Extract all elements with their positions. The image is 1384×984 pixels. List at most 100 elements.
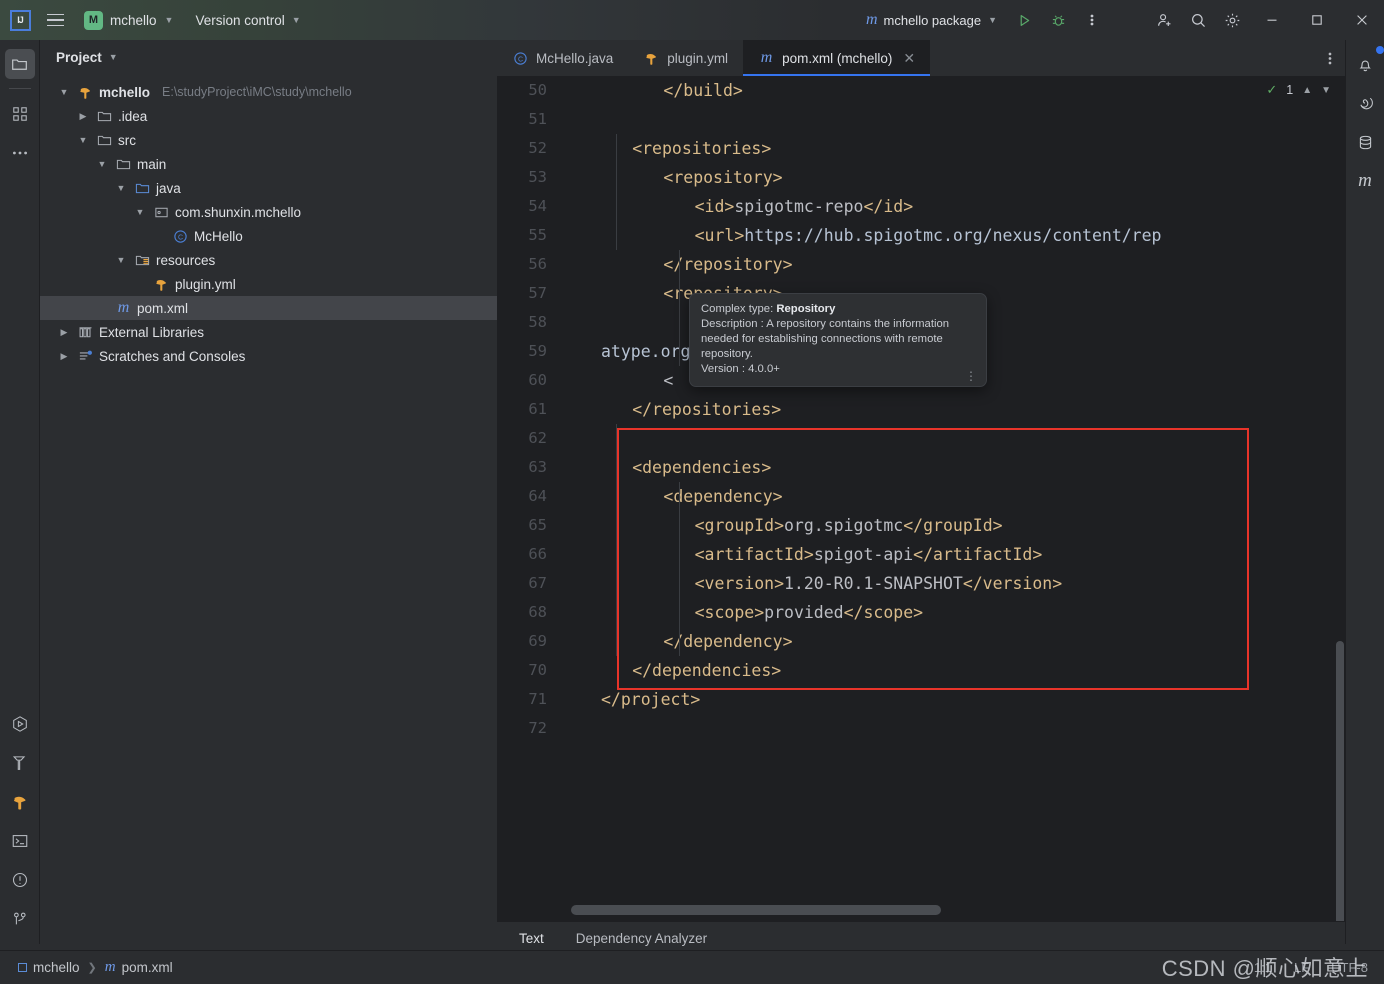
- chevron-right-icon[interactable]: ▶: [75, 111, 91, 122]
- tree-node-src[interactable]: ▼ src: [40, 128, 497, 152]
- line-number[interactable]: 66: [497, 540, 547, 569]
- editor-horizontal-scrollbar[interactable]: [571, 905, 941, 915]
- tree-node-mchello[interactable]: ▼ mchello E:\studyProject\iMC\study\mchell…: [40, 80, 497, 104]
- project-panel-header[interactable]: Project ▼: [40, 40, 497, 74]
- run-icon[interactable]: [1007, 0, 1041, 40]
- project-folder-icon[interactable]: [4, 49, 35, 79]
- structure-icon[interactable]: [5, 99, 35, 129]
- file-encoding[interactable]: UTF-8: [1331, 960, 1368, 975]
- module-icon: [18, 963, 27, 972]
- add-account-icon[interactable]: [1147, 0, 1181, 40]
- terminal-icon[interactable]: [5, 826, 35, 856]
- problems-icon[interactable]: [5, 865, 35, 895]
- settings-gear-icon[interactable]: [1215, 0, 1249, 40]
- minimize-window-button[interactable]: [1249, 0, 1294, 40]
- maximize-window-button[interactable]: [1294, 0, 1339, 40]
- code-line: 71 </project>: [497, 685, 1345, 714]
- tree-node-com-shunxin-mchello[interactable]: ▼ com.shunxin.mchello: [40, 200, 497, 224]
- ai-assistant-icon[interactable]: [1350, 88, 1380, 118]
- tree-node-external-libraries[interactable]: ▶ External Libraries: [40, 320, 497, 344]
- line-number[interactable]: 52: [497, 134, 547, 163]
- database-icon[interactable]: [1350, 127, 1380, 157]
- breadcrumb-item-module[interactable]: mchello: [18, 960, 80, 975]
- tree-node-pom-xml[interactable]: m pom.xml: [40, 296, 497, 320]
- line-separator[interactable]: LF: [1294, 960, 1309, 975]
- version-control-menu[interactable]: Version control ▼: [195, 13, 300, 28]
- line-number[interactable]: 54: [497, 192, 547, 221]
- notifications-bell-icon[interactable]: [1350, 46, 1384, 79]
- tree-node-java[interactable]: ▼ java: [40, 176, 497, 200]
- tree-node-label: com.shunxin.mchello: [175, 204, 302, 220]
- line-content: <groupId>org.spigotmc</groupId>: [694, 516, 1003, 535]
- editor-tab-plugin-yml[interactable]: plugin.yml: [628, 40, 743, 76]
- tooltip-more-icon[interactable]: ⋮: [965, 370, 977, 382]
- line-number[interactable]: 69: [497, 627, 547, 656]
- tree-node-scratches-and-consoles[interactable]: ▶ Scratches and Consoles: [40, 344, 497, 368]
- line-number[interactable]: 56: [497, 250, 547, 279]
- chevron-down-icon[interactable]: ▼: [56, 87, 72, 97]
- left-rail-bottom-group: [5, 700, 35, 944]
- editor-tab-mchello-java[interactable]: C McHello.java: [497, 40, 628, 76]
- project-selector[interactable]: M mchello ▼: [84, 10, 173, 30]
- tree-node-plugin-yml[interactable]: plugin.yml: [40, 272, 497, 296]
- line-number[interactable]: 60: [497, 366, 547, 395]
- editor-tab-pom-xml-mchello-[interactable]: m pom.xml (mchello) ✕: [743, 40, 931, 76]
- line-number[interactable]: 53: [497, 163, 547, 192]
- line-number[interactable]: 63: [497, 453, 547, 482]
- line-number[interactable]: 51: [497, 105, 547, 134]
- line-number[interactable]: 55: [497, 221, 547, 250]
- line-number[interactable]: 59: [497, 337, 547, 366]
- more-tool-windows-icon[interactable]: [5, 138, 35, 168]
- editor-tab-label: pom.xml (mchello): [782, 50, 893, 66]
- line-number[interactable]: 71: [497, 685, 547, 714]
- more-actions-icon[interactable]: [1075, 0, 1109, 40]
- breadcrumb-item-file[interactable]: m pom.xml: [105, 959, 173, 976]
- close-window-button[interactable]: [1339, 0, 1384, 40]
- tree-node-main[interactable]: ▼ main: [40, 152, 497, 176]
- line-number[interactable]: 57: [497, 279, 547, 308]
- maven-icon[interactable]: m: [1350, 166, 1380, 196]
- line-number[interactable]: 65: [497, 511, 547, 540]
- run-tool-icon[interactable]: [5, 709, 35, 739]
- chevron-right-icon[interactable]: ▶: [56, 327, 72, 338]
- line-number[interactable]: 61: [497, 395, 547, 424]
- tree-node--idea[interactable]: ▶ .idea: [40, 104, 497, 128]
- inspection-widget[interactable]: ✓ 1 ▲ ▼: [1266, 82, 1331, 98]
- inspections-ok-icon: ✓: [1266, 82, 1278, 97]
- line-number[interactable]: 72: [497, 714, 547, 743]
- line-number[interactable]: 62: [497, 424, 547, 453]
- chevron-right-icon[interactable]: ▶: [56, 351, 72, 362]
- chevron-down-icon[interactable]: ▼: [132, 207, 148, 217]
- chevron-down-icon[interactable]: ▼: [113, 255, 129, 265]
- line-number[interactable]: 67: [497, 569, 547, 598]
- code-editor[interactable]: 50 </build> 51 52 <repositories> 53 <repositor…: [497, 76, 1345, 921]
- java-class-icon: C: [172, 228, 189, 245]
- git-branch-icon[interactable]: [5, 904, 35, 934]
- run-configuration-selector[interactable]: m mchello package ▼: [866, 11, 997, 29]
- chevron-down-icon[interactable]: ▼: [75, 135, 91, 145]
- caret-position[interactable]: 1:1: [1254, 960, 1272, 975]
- line-number[interactable]: 50: [497, 76, 547, 105]
- line-number[interactable]: 64: [497, 482, 547, 511]
- previous-problem-icon[interactable]: ▲: [1302, 85, 1312, 96]
- next-problem-icon[interactable]: ▼: [1321, 85, 1331, 96]
- chevron-down-icon[interactable]: ▼: [113, 183, 129, 193]
- chevron-down-icon[interactable]: ▼: [94, 159, 110, 169]
- editor-options-icon[interactable]: [1315, 40, 1345, 76]
- tree-node-mchello[interactable]: C McHello: [40, 224, 497, 248]
- editor-vertical-scrollbar[interactable]: [1336, 641, 1344, 921]
- maven-icon: m: [865, 11, 878, 28]
- breadcrumb-module-label: mchello: [33, 960, 80, 975]
- hamburger-menu-icon[interactable]: [40, 0, 70, 40]
- line-number[interactable]: 58: [497, 308, 547, 337]
- project-tool-window: Project ▼ ▼ mchello E:\studyProject\iMC\st…: [40, 40, 497, 944]
- search-icon[interactable]: [1181, 0, 1215, 40]
- tree-node-resources[interactable]: ▼ resources: [40, 248, 497, 272]
- build-tool-icon[interactable]: [5, 748, 35, 778]
- close-tab-icon[interactable]: ✕: [903, 50, 915, 67]
- debug-icon[interactable]: [1041, 0, 1075, 40]
- line-number[interactable]: 70: [497, 656, 547, 685]
- maven-tool-icon[interactable]: [5, 787, 35, 817]
- editor-horizontal-scrollbar-track[interactable]: [563, 905, 1335, 917]
- line-number[interactable]: 68: [497, 598, 547, 627]
